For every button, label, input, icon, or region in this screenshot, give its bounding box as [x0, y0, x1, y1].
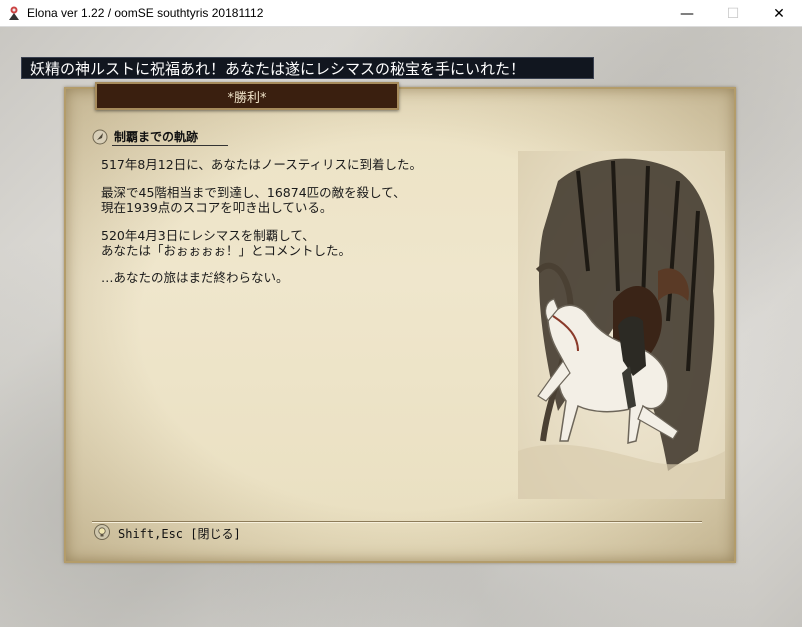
- window-title: Elona ver 1.22 / oomSE southtyris 201811…: [27, 6, 264, 20]
- journey-continues-text: …あなたの旅はまだ終わらない。: [101, 270, 289, 285]
- close-hint-text: Shift,Esc [閉じる]: [118, 527, 241, 541]
- lightbulb-icon: [94, 524, 110, 540]
- game-viewport: 妖精の神ルストに祝福あれ！あなたは遂にレシマスの秘宝を手にいれた！ *勝利* 制…: [0, 27, 802, 627]
- minimize-button[interactable]: —: [664, 0, 710, 27]
- score-text: 現在1939点のスコアを叩き出している。: [101, 200, 333, 215]
- footer-divider-highlight: [92, 522, 702, 523]
- section-heading-label: 制覇までの軌跡: [114, 130, 199, 144]
- knight-on-horse-illustration: [518, 151, 725, 499]
- close-button[interactable]: ✕: [756, 0, 802, 27]
- maximize-button[interactable]: ☐: [710, 0, 756, 27]
- elona-app-icon: [9, 6, 19, 20]
- window-titlebar: Elona ver 1.22 / oomSE southtyris 201811…: [0, 0, 802, 27]
- conquest-text: 520年4月3日にレシマスを制覇して、: [101, 228, 315, 243]
- dialog-title-tab: *勝利*: [95, 82, 399, 110]
- comment-text: あなたは「おぉぉぉぉ！」とコメントした。: [101, 243, 352, 258]
- quill-bullet-icon: [92, 129, 108, 145]
- message-banner: 妖精の神ルストに祝福あれ！あなたは遂にレシマスの秘宝を手にいれた！: [21, 57, 594, 79]
- depth-kills-text: 最深で45階相当まで到達し、16874匹の敵を殺して、: [101, 185, 406, 200]
- section-heading: 制覇までの軌跡: [92, 128, 228, 146]
- section-heading-underline: [112, 145, 228, 146]
- arrival-text: 517年8月12日に、あなたはノースティリスに到着した。: [101, 157, 422, 172]
